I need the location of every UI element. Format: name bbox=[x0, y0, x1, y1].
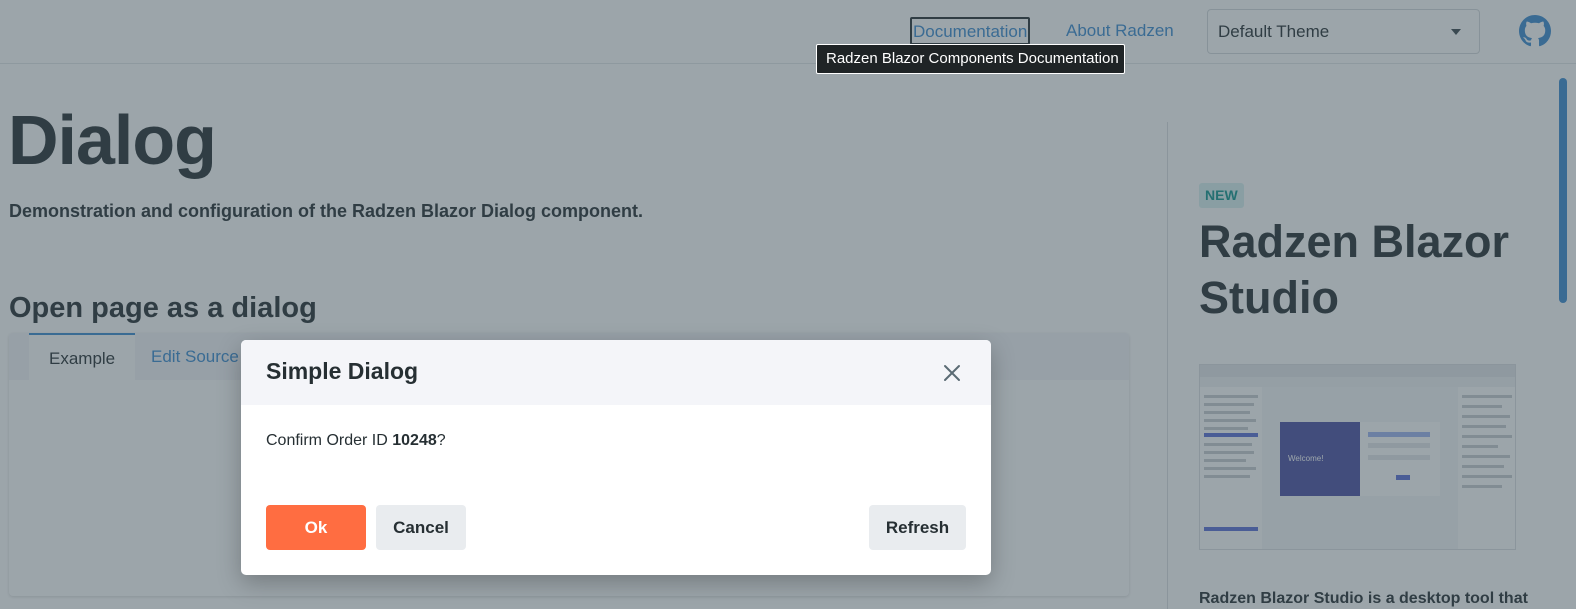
dialog-message-suffix: ? bbox=[436, 432, 446, 449]
ok-button[interactable]: Ok bbox=[266, 505, 366, 550]
simple-dialog: Simple Dialog Confirm Order ID 10248? Ok… bbox=[241, 340, 991, 575]
close-icon[interactable] bbox=[941, 362, 963, 384]
refresh-button[interactable]: Refresh bbox=[869, 505, 966, 550]
order-id: 10248 bbox=[392, 432, 437, 449]
dialog-message: Confirm Order ID 10248? bbox=[266, 432, 446, 450]
dialog-header: Simple Dialog bbox=[241, 340, 991, 405]
dialog-message-prefix: Confirm Order ID bbox=[266, 432, 393, 449]
tooltip: Radzen Blazor Components Documentation bbox=[816, 44, 1125, 74]
cancel-button[interactable]: Cancel bbox=[376, 505, 466, 550]
dialog-title: Simple Dialog bbox=[266, 358, 419, 384]
